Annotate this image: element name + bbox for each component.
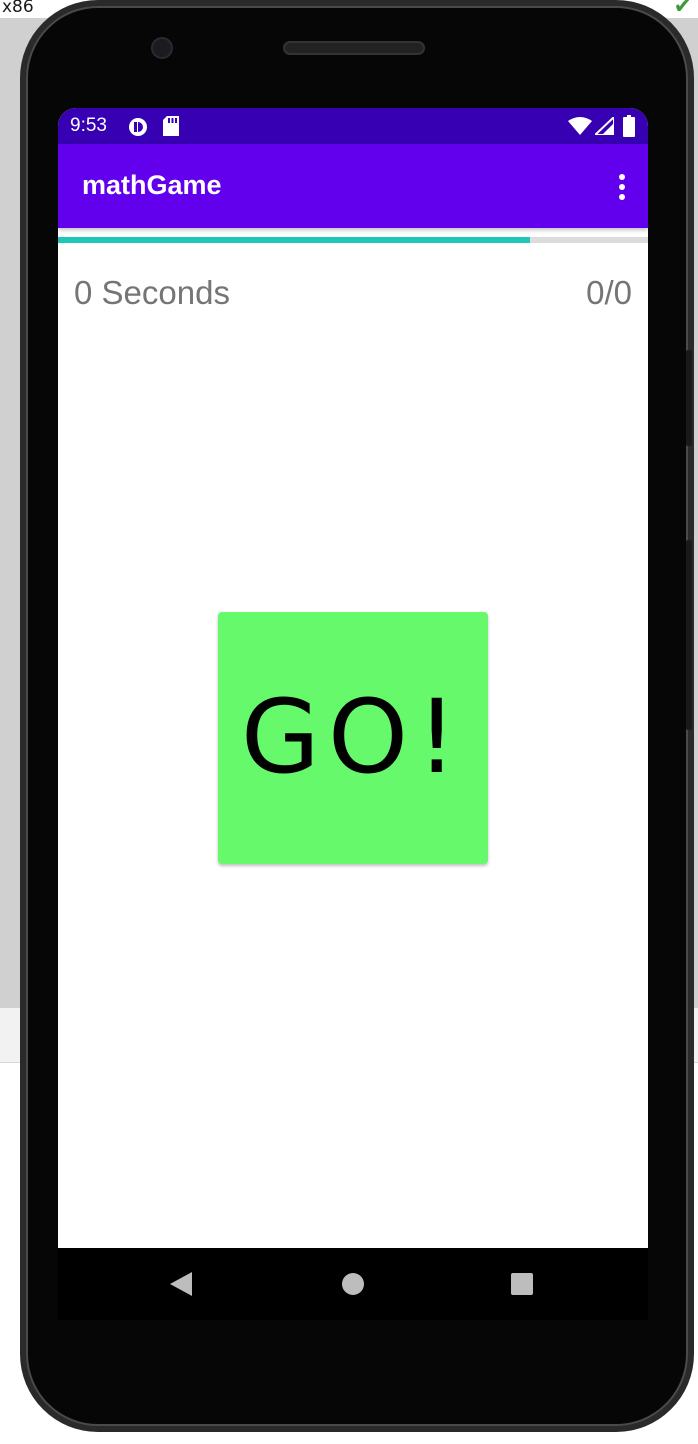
power-button[interactable] xyxy=(686,350,692,446)
battery-icon xyxy=(623,115,635,137)
status-bar: 9:53 xyxy=(58,108,648,144)
device-screen: 9:53 mathGame 0 Seconds 0/0 GO! xyxy=(58,108,648,1248)
volume-button[interactable] xyxy=(686,540,692,730)
app-title: mathGame xyxy=(82,170,222,200)
go-button[interactable]: GO! xyxy=(218,612,488,864)
navigation-bar xyxy=(58,1248,648,1320)
more-vert-icon[interactable] xyxy=(618,174,626,200)
timer-progress-bar xyxy=(58,237,648,243)
score-label: 0/0 xyxy=(586,274,632,311)
device-abi-label: x86 xyxy=(2,0,34,17)
earpiece-speaker xyxy=(283,41,425,55)
emulator-window: x86 ✔ 9:53 mathGame 0 Seconds 0/0 GO! xyxy=(0,0,698,1444)
back-icon[interactable] xyxy=(170,1272,192,1296)
wifi-icon xyxy=(568,117,592,135)
app-notification-icon xyxy=(129,118,147,136)
recents-icon[interactable] xyxy=(511,1272,533,1296)
home-icon[interactable] xyxy=(342,1272,364,1296)
progress-fill xyxy=(58,237,530,243)
status-time: 9:53 xyxy=(70,115,107,136)
sd-card-icon xyxy=(163,116,179,136)
cell-signal-icon xyxy=(595,117,614,135)
timer-label: 0 Seconds xyxy=(74,274,230,311)
app-bar: mathGame xyxy=(58,144,648,228)
checkmark-icon: ✔ xyxy=(673,0,692,19)
front-camera xyxy=(151,37,173,59)
